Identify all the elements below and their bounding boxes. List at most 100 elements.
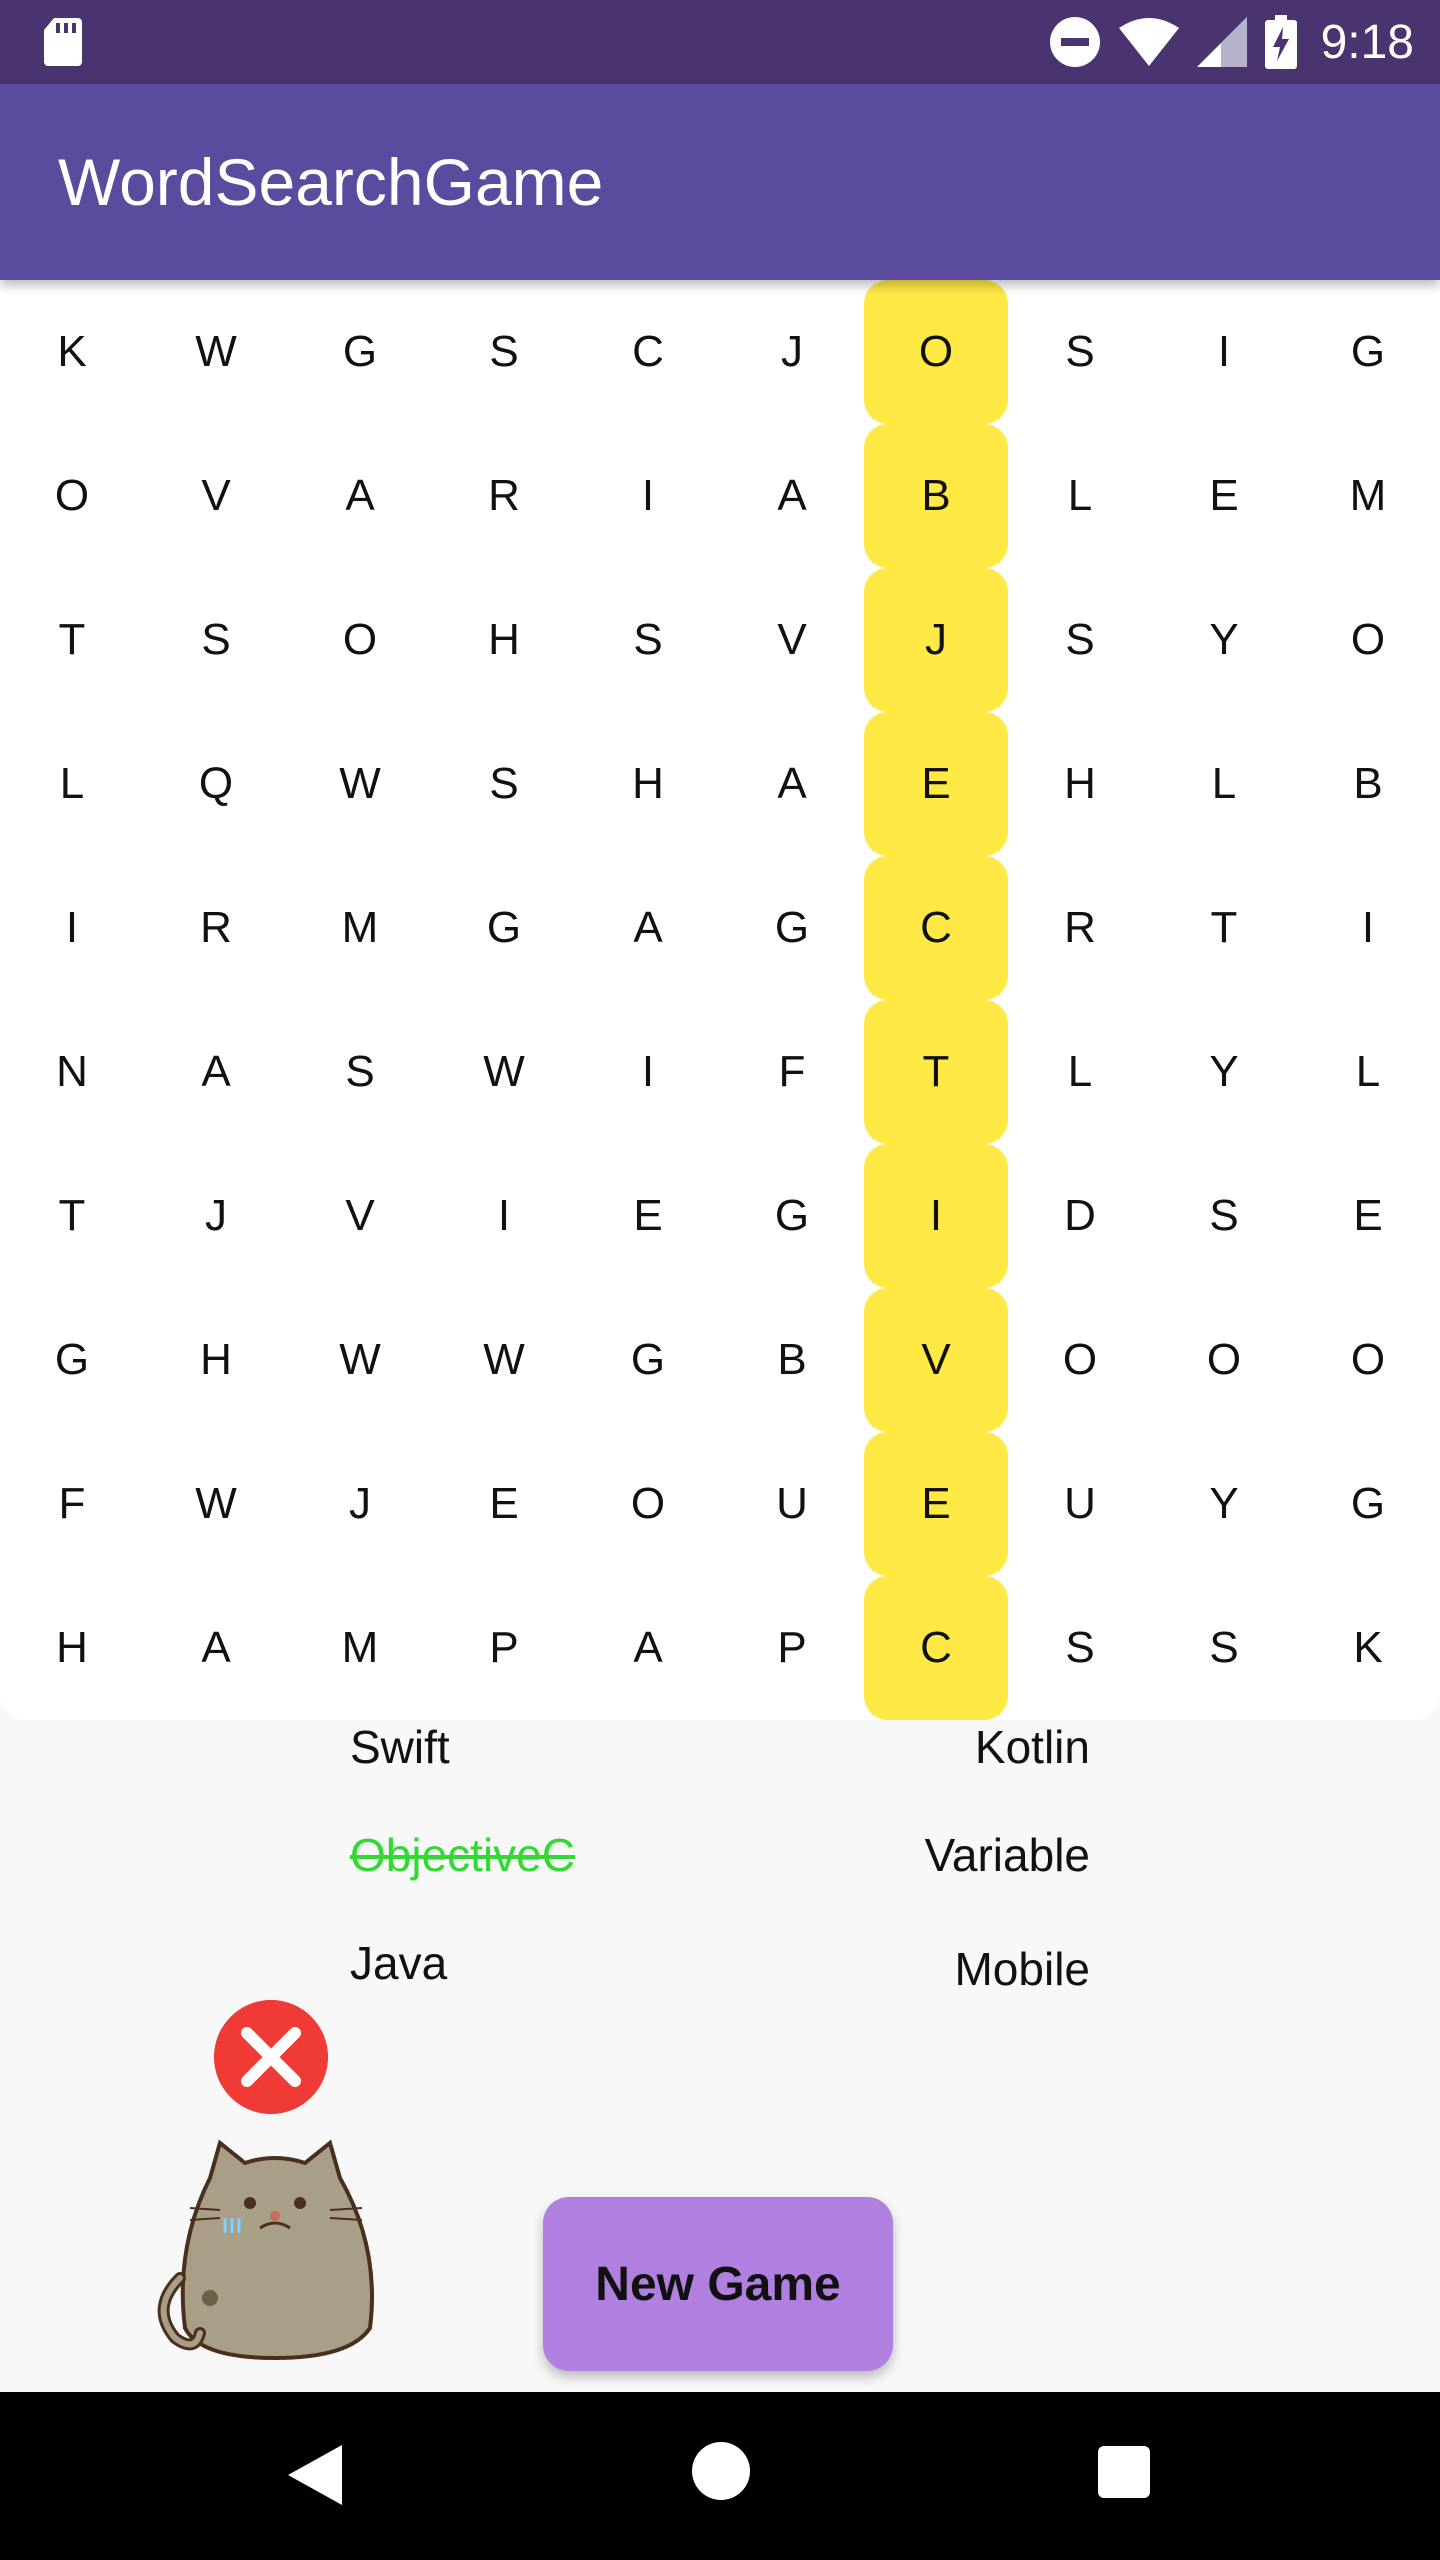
- letter-cell[interactable]: D: [1008, 1144, 1152, 1288]
- letter-cell[interactable]: K: [1296, 1576, 1440, 1720]
- recents-icon[interactable]: [1098, 2446, 1150, 2498]
- letter-cell-selected[interactable]: T: [864, 1000, 1008, 1144]
- letter-cell[interactable]: R: [144, 856, 288, 1000]
- letter-cell[interactable]: G: [1296, 280, 1440, 424]
- letter-cell[interactable]: O: [288, 568, 432, 712]
- letter-cell[interactable]: S: [432, 280, 576, 424]
- letter-cell[interactable]: J: [144, 1144, 288, 1288]
- letter-cell-selected[interactable]: C: [864, 1576, 1008, 1720]
- letter-cell[interactable]: O: [1152, 1288, 1296, 1432]
- letter-cell-selected[interactable]: C: [864, 856, 1008, 1000]
- letter-cell[interactable]: H: [1008, 712, 1152, 856]
- letter-cell[interactable]: M: [288, 1576, 432, 1720]
- letter-cell[interactable]: A: [720, 424, 864, 568]
- letter-cell[interactable]: P: [432, 1576, 576, 1720]
- letter-cell[interactable]: I: [576, 1000, 720, 1144]
- letter-cell-selected[interactable]: O: [864, 280, 1008, 424]
- letter-cell[interactable]: L: [1152, 712, 1296, 856]
- letter-cell[interactable]: J: [288, 1432, 432, 1576]
- letter-cell[interactable]: S: [1008, 1576, 1152, 1720]
- letter-cell[interactable]: J: [720, 280, 864, 424]
- letter-cell[interactable]: S: [1008, 568, 1152, 712]
- letter-cell[interactable]: N: [0, 1000, 144, 1144]
- letter-cell[interactable]: Q: [144, 712, 288, 856]
- letter-cell[interactable]: B: [720, 1288, 864, 1432]
- letter-cell[interactable]: E: [432, 1432, 576, 1576]
- letter-grid[interactable]: K W G S C J O S I G O V A R I A B L E M T S O H S V J S Y O L Q W S H A E H L B…: [0, 280, 1440, 1720]
- letter-cell[interactable]: E: [1152, 424, 1296, 568]
- letter-cell[interactable]: G: [576, 1288, 720, 1432]
- letter-cell[interactable]: O: [1296, 568, 1440, 712]
- letter-cell[interactable]: W: [288, 1288, 432, 1432]
- letter-cell[interactable]: I: [1296, 856, 1440, 1000]
- letter-cell[interactable]: B: [1296, 712, 1440, 856]
- letter-cell[interactable]: V: [144, 424, 288, 568]
- letter-cell[interactable]: A: [144, 1576, 288, 1720]
- letter-cell-selected[interactable]: J: [864, 568, 1008, 712]
- letter-cell[interactable]: S: [144, 568, 288, 712]
- back-icon[interactable]: [288, 2445, 342, 2505]
- letter-cell[interactable]: T: [1152, 856, 1296, 1000]
- letter-cell[interactable]: A: [144, 1000, 288, 1144]
- letter-cell[interactable]: C: [576, 280, 720, 424]
- letter-cell[interactable]: Y: [1152, 1000, 1296, 1144]
- letter-cell[interactable]: G: [720, 1144, 864, 1288]
- letter-cell-selected[interactable]: B: [864, 424, 1008, 568]
- letter-cell[interactable]: V: [720, 568, 864, 712]
- letter-cell[interactable]: M: [1296, 424, 1440, 568]
- letter-cell[interactable]: T: [0, 568, 144, 712]
- letter-cell[interactable]: L: [1296, 1000, 1440, 1144]
- home-icon[interactable]: [692, 2442, 750, 2500]
- letter-cell-selected[interactable]: V: [864, 1288, 1008, 1432]
- letter-cell[interactable]: U: [720, 1432, 864, 1576]
- letter-cell[interactable]: F: [720, 1000, 864, 1144]
- letter-cell[interactable]: K: [0, 280, 144, 424]
- letter-cell[interactable]: H: [0, 1576, 144, 1720]
- letter-cell[interactable]: F: [0, 1432, 144, 1576]
- letter-cell[interactable]: Y: [1152, 568, 1296, 712]
- letter-cell[interactable]: A: [288, 424, 432, 568]
- letter-cell[interactable]: S: [576, 568, 720, 712]
- new-game-button[interactable]: New Game: [543, 2197, 893, 2371]
- letter-cell[interactable]: T: [0, 1144, 144, 1288]
- letter-cell[interactable]: A: [576, 856, 720, 1000]
- letter-cell-selected[interactable]: I: [864, 1144, 1008, 1288]
- letter-cell[interactable]: O: [576, 1432, 720, 1576]
- letter-cell[interactable]: H: [144, 1288, 288, 1432]
- letter-cell[interactable]: G: [0, 1288, 144, 1432]
- letter-cell[interactable]: W: [288, 712, 432, 856]
- letter-cell[interactable]: L: [0, 712, 144, 856]
- letter-cell[interactable]: S: [288, 1000, 432, 1144]
- letter-cell[interactable]: O: [1008, 1288, 1152, 1432]
- letter-cell[interactable]: S: [1152, 1576, 1296, 1720]
- letter-cell[interactable]: W: [144, 280, 288, 424]
- letter-cell[interactable]: S: [1008, 280, 1152, 424]
- letter-cell[interactable]: L: [1008, 424, 1152, 568]
- letter-cell[interactable]: L: [1008, 1000, 1152, 1144]
- letter-cell[interactable]: O: [0, 424, 144, 568]
- letter-cell[interactable]: H: [576, 712, 720, 856]
- letter-cell[interactable]: G: [1296, 1432, 1440, 1576]
- letter-cell[interactable]: R: [432, 424, 576, 568]
- letter-cell[interactable]: A: [576, 1576, 720, 1720]
- letter-cell-selected[interactable]: E: [864, 712, 1008, 856]
- letter-cell[interactable]: U: [1008, 1432, 1152, 1576]
- letter-cell[interactable]: E: [1296, 1144, 1440, 1288]
- letter-cell[interactable]: Y: [1152, 1432, 1296, 1576]
- letter-cell[interactable]: S: [432, 712, 576, 856]
- letter-cell[interactable]: E: [576, 1144, 720, 1288]
- letter-cell-selected[interactable]: E: [864, 1432, 1008, 1576]
- letter-cell[interactable]: W: [432, 1288, 576, 1432]
- letter-cell[interactable]: S: [1152, 1144, 1296, 1288]
- letter-cell[interactable]: I: [576, 424, 720, 568]
- letter-cell[interactable]: P: [720, 1576, 864, 1720]
- letter-cell[interactable]: G: [720, 856, 864, 1000]
- letter-cell[interactable]: G: [432, 856, 576, 1000]
- letter-cell[interactable]: G: [288, 280, 432, 424]
- letter-cell[interactable]: H: [432, 568, 576, 712]
- letter-cell[interactable]: O: [1296, 1288, 1440, 1432]
- letter-cell[interactable]: I: [432, 1144, 576, 1288]
- letter-cell[interactable]: V: [288, 1144, 432, 1288]
- letter-cell[interactable]: M: [288, 856, 432, 1000]
- letter-cell[interactable]: I: [1152, 280, 1296, 424]
